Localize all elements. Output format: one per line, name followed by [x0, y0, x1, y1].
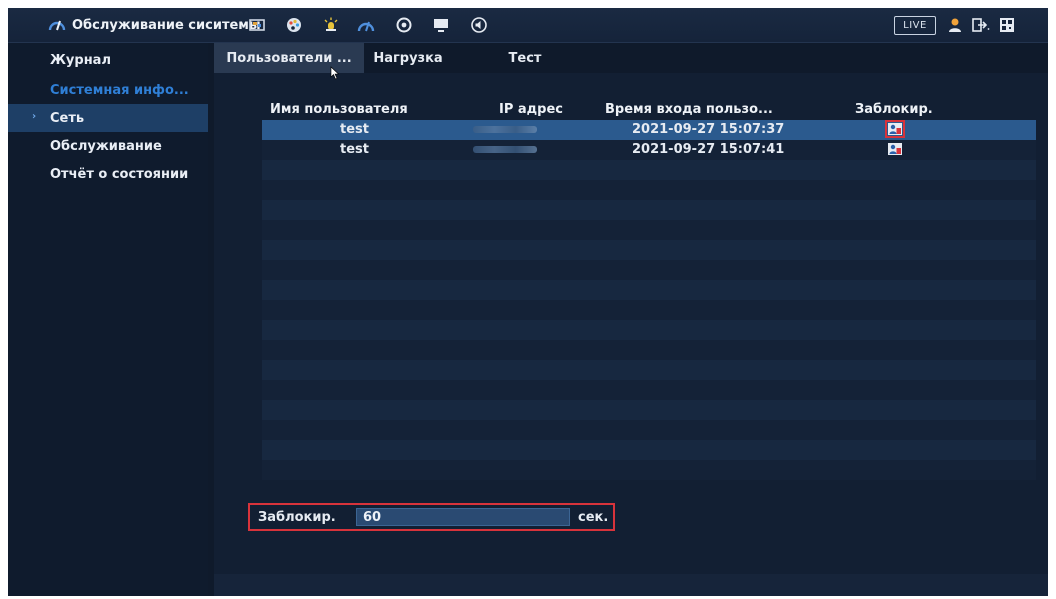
speaker-icon[interactable] — [468, 14, 490, 36]
empty-table-row — [262, 360, 1036, 380]
empty-table-row — [262, 340, 1036, 360]
table-row[interactable]: test 2021-09-27 15:07:37 — [262, 120, 1036, 140]
empty-table-row — [262, 180, 1036, 200]
empty-table-row — [262, 320, 1036, 340]
sidebar-item-system-info[interactable]: Системная инфо... — [8, 76, 208, 104]
table-header: Имя пользователя IP адрес Время входа по… — [262, 100, 1036, 120]
gauge-icon — [48, 20, 66, 31]
block-user-icon[interactable] — [888, 143, 902, 155]
gauge-icon[interactable] — [355, 14, 377, 36]
monitor-icon[interactable] — [430, 14, 452, 36]
sidebar-item-label: Системная инфо... — [50, 82, 189, 98]
ip-address-cell-redacted — [473, 146, 537, 153]
lock-duration-row: Заблокир. 60 сек. — [248, 503, 615, 531]
mouse-cursor-icon — [330, 66, 340, 80]
column-header-login-time[interactable]: Время входа пользо... — [605, 102, 773, 117]
sidebar-item-label: Отчёт о состоянии — [50, 166, 189, 182]
empty-table-row — [262, 300, 1036, 320]
sidebar-item-label: Обслуживание — [50, 138, 162, 154]
alarm-icon[interactable] — [320, 14, 342, 36]
login-time-cell: 2021-09-27 15:07:37 — [632, 122, 785, 137]
empty-table-row — [262, 280, 1036, 300]
palette-icon[interactable] — [283, 14, 305, 36]
tab-bar: Пользователи ... Нагрузка Тест — [214, 43, 598, 73]
ip-address-cell-redacted — [473, 126, 537, 133]
sidebar-item-journal[interactable]: Журнал — [8, 46, 208, 74]
sidebar-item-label: Сеть — [50, 110, 85, 126]
sidebar-item-network[interactable]: › Сеть — [8, 104, 208, 132]
logout-icon[interactable] — [970, 14, 992, 36]
top-bar: Обслуживание сиситемы LIVE — [8, 8, 1048, 43]
empty-table-row — [262, 160, 1036, 180]
username-cell: test — [340, 122, 369, 137]
nvr-screen: Обслуживание сиситемы LIVE Журнал Систем… — [8, 8, 1048, 596]
table-row[interactable]: test 2021-09-27 15:07:41 — [262, 140, 1036, 160]
tab-online-users[interactable]: Пользователи ... — [214, 43, 364, 73]
sidebar-item-status-report[interactable]: Отчёт о состоянии — [8, 160, 208, 188]
display-icon[interactable] — [246, 14, 268, 36]
lock-duration-input[interactable]: 60 — [356, 508, 570, 526]
user-icon[interactable] — [944, 14, 966, 36]
lock-duration-label: Заблокир. — [258, 509, 336, 525]
empty-table-row — [262, 260, 1036, 280]
username-cell: test — [340, 142, 369, 157]
page-title: Обслуживание сиситемы — [72, 17, 261, 33]
empty-table-row — [262, 440, 1036, 460]
column-header-ip[interactable]: IP адрес — [499, 102, 563, 117]
online-users-table: Имя пользователя IP адрес Время входа по… — [262, 100, 1036, 480]
login-time-cell: 2021-09-27 15:07:41 — [632, 142, 785, 157]
empty-table-row — [262, 380, 1036, 400]
sidebar-item-label: Журнал — [50, 52, 111, 68]
bottom-bar — [214, 574, 1048, 596]
live-button[interactable]: LIVE — [894, 16, 936, 35]
empty-table-row — [262, 240, 1036, 260]
disc-icon[interactable] — [393, 14, 415, 36]
empty-rows — [262, 160, 1036, 480]
tab-load[interactable]: Нагрузка — [364, 43, 452, 73]
qr-icon[interactable] — [996, 14, 1018, 36]
empty-table-row — [262, 420, 1036, 440]
column-header-block[interactable]: Заблокир. — [855, 102, 933, 117]
column-header-username[interactable]: Имя пользователя — [270, 102, 408, 117]
empty-table-row — [262, 460, 1036, 480]
empty-table-row — [262, 200, 1036, 220]
block-user-icon[interactable] — [885, 120, 905, 138]
empty-table-row — [262, 220, 1036, 240]
empty-table-row — [262, 400, 1036, 420]
chevron-right-icon: › — [32, 111, 37, 122]
lock-duration-unit: сек. — [578, 509, 609, 525]
sidebar: Журнал Системная инфо... › Сеть Обслужив… — [8, 43, 208, 596]
tab-test[interactable]: Тест — [452, 43, 598, 73]
sidebar-item-maintenance[interactable]: Обслуживание — [8, 132, 208, 160]
